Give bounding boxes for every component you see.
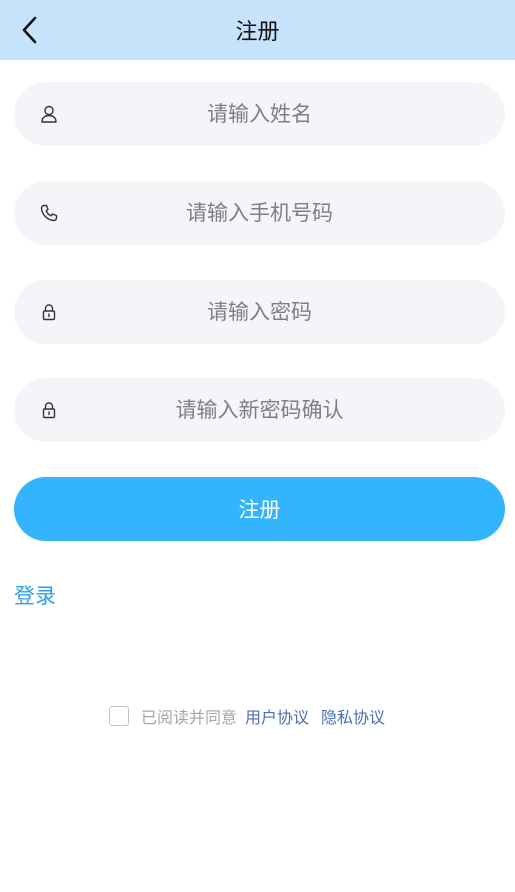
- agreement-checkbox[interactable]: [109, 706, 129, 726]
- confirm-password-field-container: [14, 378, 505, 442]
- name-field-container: [14, 82, 505, 146]
- register-button[interactable]: 注册: [14, 477, 505, 541]
- privacy-agreement-link[interactable]: 隐私协议: [321, 704, 385, 728]
- user-agreement-link[interactable]: 用户协议: [245, 704, 309, 728]
- back-button[interactable]: [10, 10, 50, 50]
- password-input[interactable]: [14, 280, 505, 344]
- chevron-left-icon: [22, 16, 37, 44]
- agreement-prefix: 已阅读并同意: [141, 708, 238, 727]
- header-bar: 注册: [0, 0, 515, 60]
- agreement-row: 已阅读并同意 用户协议 隐私协议: [109, 704, 385, 728]
- page-title: 注册: [235, 20, 280, 45]
- phone-field-container: [14, 181, 505, 245]
- confirm-password-input[interactable]: [14, 378, 505, 442]
- name-input[interactable]: [14, 82, 505, 146]
- password-field-container: [14, 280, 505, 344]
- register-screen: 注册 请输入姓名 请输入手机号码 注册 登录 已阅读并同意 用户协议 隐私协议: [0, 0, 515, 892]
- phone-input[interactable]: [14, 181, 505, 245]
- login-link[interactable]: 登录: [14, 580, 56, 610]
